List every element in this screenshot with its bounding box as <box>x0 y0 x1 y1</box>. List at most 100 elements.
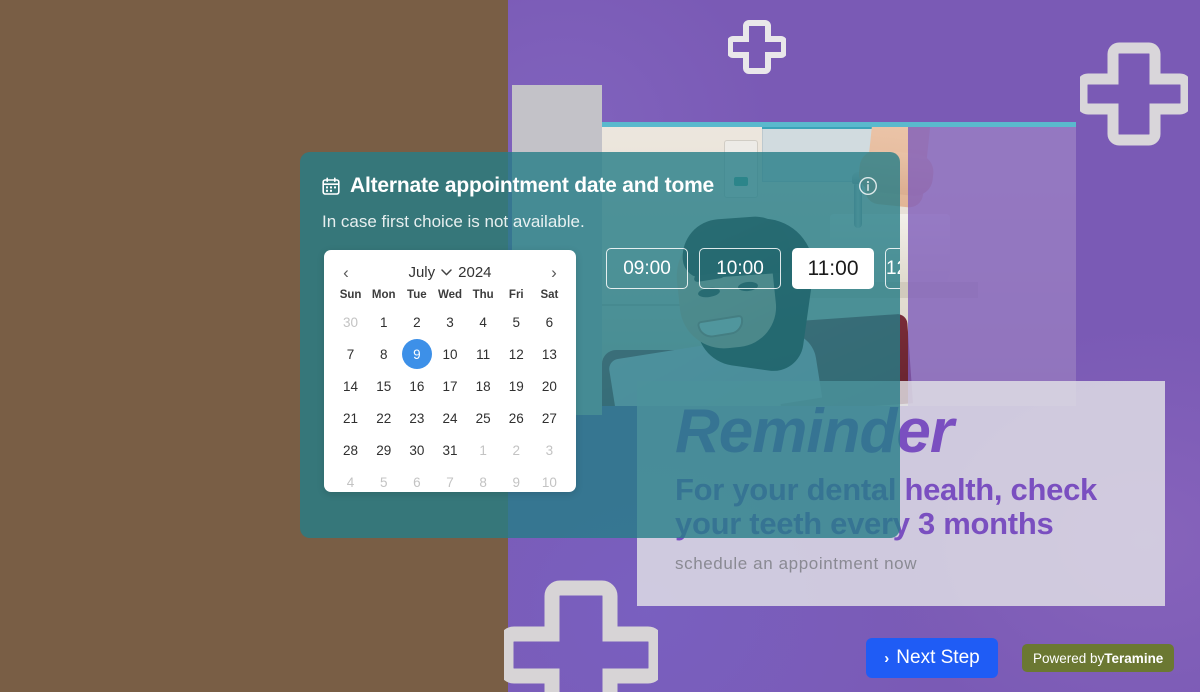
calendar-day-cell[interactable]: 21 <box>334 402 367 434</box>
calendar-nav: ‹ July 2024 › <box>334 258 566 286</box>
info-circle-icon[interactable] <box>858 176 878 196</box>
calendar-day-cell[interactable]: 17 <box>433 370 466 402</box>
date-picker[interactable]: ‹ July 2024 › Sun Mon Tue Wed Thu Fri Sat 30 1 2… <box>324 250 576 492</box>
calendar-day-number: 4 <box>479 314 487 330</box>
calendar-week-row: 28 29 30 31 1 2 3 <box>334 434 566 466</box>
calendar-day-cell[interactable]: 22 <box>367 402 400 434</box>
calendar-day-cell[interactable]: 7 <box>334 338 367 370</box>
calendar-day-number: 9 <box>401 339 432 369</box>
calendar-day-number: 24 <box>442 410 458 426</box>
calendar-prev-month-button[interactable]: ‹ <box>336 264 356 281</box>
time-slot-button[interactable]: 12:00 <box>885 248 900 289</box>
calendar-icon <box>322 177 340 195</box>
calendar-day-cell[interactable]: 23 <box>400 402 433 434</box>
calendar-day-number: 3 <box>446 314 454 330</box>
calendar-month-label[interactable]: July <box>408 264 435 281</box>
calendar-day-number: 5 <box>512 314 521 330</box>
time-slot-button[interactable]: 10:00 <box>699 248 781 289</box>
calendar-day-cell[interactable]: 15 <box>367 370 400 402</box>
calendar-day-number: 16 <box>409 378 425 394</box>
calendar-day-number: 30 <box>343 314 359 330</box>
calendar-day-number: 27 <box>541 410 557 426</box>
calendar-day-cell[interactable]: 5 <box>367 466 400 498</box>
calendar-next-month-button[interactable]: › <box>544 264 564 281</box>
calendar-day-cell[interactable]: 3 <box>533 434 566 466</box>
calendar-day-cell[interactable]: 1 <box>467 434 500 466</box>
calendar-day-cell[interactable]: 14 <box>334 370 367 402</box>
calendar-day-number: 2 <box>512 442 521 458</box>
time-slot-grid: 09:0010:0011:0012:0013:0014:0015:0016:00… <box>606 248 900 289</box>
calendar-day-cell[interactable]: 30 <box>400 434 433 466</box>
calendar-day-cell[interactable]: 5 <box>500 306 533 338</box>
calendar-day-cell[interactable]: 26 <box>500 402 533 434</box>
calendar-day-number: 12 <box>508 346 524 362</box>
calendar-day-cell[interactable]: 2 <box>500 434 533 466</box>
calendar-day-cell[interactable]: 10 <box>433 338 466 370</box>
calendar-day-cell[interactable]: 4 <box>467 306 500 338</box>
calendar-day-cell[interactable]: 27 <box>533 402 566 434</box>
chevron-down-icon[interactable] <box>441 268 452 279</box>
calendar-day-cell[interactable]: 3 <box>433 306 466 338</box>
appointment-card: Alternate appointment date and tome In c… <box>300 152 900 538</box>
calendar-day-number: 26 <box>508 410 524 426</box>
medical-cross-icon <box>504 578 658 692</box>
time-slot-button[interactable]: 09:00 <box>606 248 688 289</box>
calendar-week-row: 21 22 23 24 25 26 27 <box>334 402 566 434</box>
next-step-button[interactable]: › Next Step <box>866 638 998 678</box>
promo-cta-text: schedule an appointment now <box>675 554 918 573</box>
calendar-day-number: 20 <box>541 378 557 394</box>
calendar-day-cell[interactable]: 18 <box>467 370 500 402</box>
calendar-day-cell[interactable]: 6 <box>400 466 433 498</box>
calendar-day-cell[interactable]: 29 <box>367 434 400 466</box>
calendar-day-cell[interactable]: 2 <box>400 306 433 338</box>
page-title: Alternate appointment date and tome <box>350 174 715 197</box>
calendar-day-number: 7 <box>446 474 454 490</box>
calendar-day-header: Thu <box>472 289 494 301</box>
calendar-day-headers: Sun Mon Tue Wed Thu Fri Sat <box>334 286 566 306</box>
calendar-day-number: 6 <box>413 474 421 490</box>
calendar-day-cell[interactable]: 31 <box>433 434 466 466</box>
calendar-day-cell[interactable]: 25 <box>467 402 500 434</box>
calendar-day-cell[interactable]: 1 <box>367 306 400 338</box>
photo-top-edge <box>602 122 1076 127</box>
calendar-day-cell[interactable]: 7 <box>433 466 466 498</box>
calendar-day-cell[interactable]: 19 <box>500 370 533 402</box>
calendar-day-header: Mon <box>371 289 396 301</box>
calendar-day-cell[interactable]: 9 <box>500 466 533 498</box>
calendar-day-header: Tue <box>407 289 427 301</box>
calendar-day-cell[interactable]: 20 <box>533 370 566 402</box>
time-slot-selected[interactable]: 11:00 <box>792 248 874 289</box>
calendar-day-number: 1 <box>479 442 487 458</box>
powered-by-prefix: Powered by <box>1033 650 1105 666</box>
calendar-day-cell[interactable]: 8 <box>367 338 400 370</box>
calendar-day-number: 28 <box>343 442 359 458</box>
calendar-day-cell[interactable]: 24 <box>433 402 466 434</box>
calendar-day-cell[interactable]: 30 <box>334 306 367 338</box>
calendar-day-cell[interactable]: 6 <box>533 306 566 338</box>
calendar-day-number: 8 <box>479 474 487 490</box>
calendar-day-cell[interactable]: 11 <box>467 338 500 370</box>
calendar-day-cell[interactable]: 10 <box>533 466 566 498</box>
calendar-day-header: Fri <box>508 289 524 301</box>
calendar-day-cell[interactable]: 13 <box>533 338 566 370</box>
calendar-day-number: 2 <box>413 314 421 330</box>
calendar-day-cell[interactable]: 12 <box>500 338 533 370</box>
calendar-day-cell[interactable]: 4 <box>334 466 367 498</box>
calendar-day-number: 5 <box>379 474 388 490</box>
calendar-year-label[interactable]: 2024 <box>458 264 491 281</box>
calendar-day-number: 30 <box>409 442 425 458</box>
calendar-month-year: July 2024 <box>356 264 544 281</box>
calendar-day-number: 14 <box>343 378 359 394</box>
calendar-day-number: 3 <box>545 442 554 458</box>
calendar-day-cell[interactable]: 8 <box>467 466 500 498</box>
calendar-day-cell[interactable]: 16 <box>400 370 433 402</box>
calendar-day-selected[interactable]: 9 <box>400 338 433 370</box>
calendar-day-number: 21 <box>343 410 359 426</box>
medical-cross-icon <box>728 18 786 76</box>
calendar-day-number: 6 <box>545 314 554 330</box>
calendar-day-cell[interactable]: 28 <box>334 434 367 466</box>
calendar-grid: 30 1 2 3 4 5 6 7 8 9 10 11 12 13 14 15 16 17 18 19 20 21 22 23 2… <box>334 306 566 498</box>
powered-by-badge[interactable]: Powered by Teramine <box>1022 644 1175 672</box>
calendar-day-number: 13 <box>541 346 557 362</box>
appointment-card-header: Alternate appointment date and tome <box>322 174 878 198</box>
